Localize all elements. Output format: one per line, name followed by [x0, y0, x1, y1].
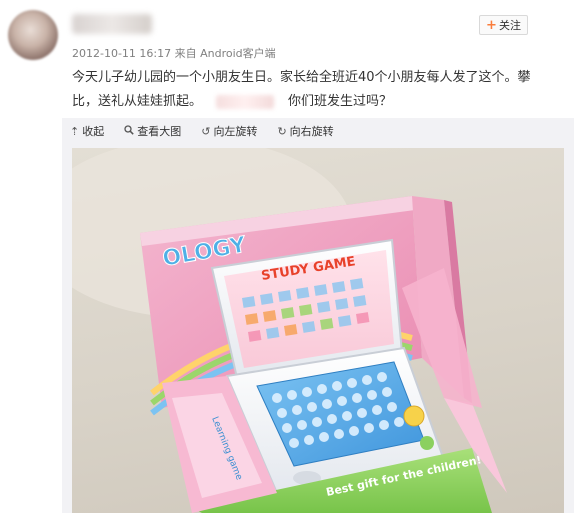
post-meta: 2012-10-11 16:17 来自 Android客户端: [72, 45, 276, 61]
collapse-label: 收起: [82, 125, 105, 138]
rotate-right-label: 向右旋转: [289, 125, 334, 138]
rotate-left-icon: ↺: [201, 124, 211, 138]
post-text-line-2: 比，送礼从娃娃抓起。 你们班发生过吗？: [72, 90, 577, 114]
post-text-line-1: 今天儿子幼儿园的一个小朋友生日。家长给全班近40个小朋友每人发了这个。攀: [72, 70, 531, 85]
image-toolbar: ⇡ 收起 查看大图 ↺ 向左旋转 ↻ 向右旋转: [62, 118, 574, 144]
toy-laptop-photo: OLOGY STUDY GAME Best gift for the child…: [72, 148, 507, 513]
rotate-right-icon: ↻: [277, 124, 287, 138]
magnifier-icon: [124, 124, 134, 138]
post-text: 今天儿子幼儿园的一个小朋友生日。家长给全班近40个小朋友每人发了这个。攀 比，送…: [72, 66, 577, 114]
view-large-label: 查看大图: [137, 125, 182, 138]
post-source[interactable]: 来自 Android客户端: [175, 47, 276, 60]
image-panel: ⇡ 收起 查看大图 ↺ 向左旋转 ↻ 向右旋转 OLOGY STUDY GAME…: [62, 118, 574, 513]
view-large-button[interactable]: 查看大图: [116, 123, 181, 139]
username-blurred[interactable]: [72, 14, 152, 34]
post-photo[interactable]: OLOGY STUDY GAME Best gift for the child…: [72, 148, 564, 513]
rotate-right-button[interactable]: ↻ 向右旋转: [269, 123, 333, 139]
collapse-button[interactable]: ⇡ 收起: [62, 123, 104, 139]
post-timestamp[interactable]: 2012-10-11 16:17: [72, 47, 171, 60]
rotate-left-button[interactable]: ↺ 向左旋转: [193, 123, 257, 139]
avatar[interactable]: [8, 10, 58, 60]
follow-button[interactable]: + 关注: [479, 15, 528, 35]
post-text-segment-a: 比，送礼从娃娃抓起。: [72, 94, 203, 109]
plus-icon: +: [486, 17, 497, 33]
rotate-left-label: 向左旋转: [213, 125, 258, 138]
arrow-up-icon: ⇡: [70, 124, 80, 138]
post-text-segment-b: 你们班发生过吗？: [288, 94, 393, 109]
follow-label: 关注: [498, 19, 521, 32]
blurred-mention: [216, 94, 275, 109]
